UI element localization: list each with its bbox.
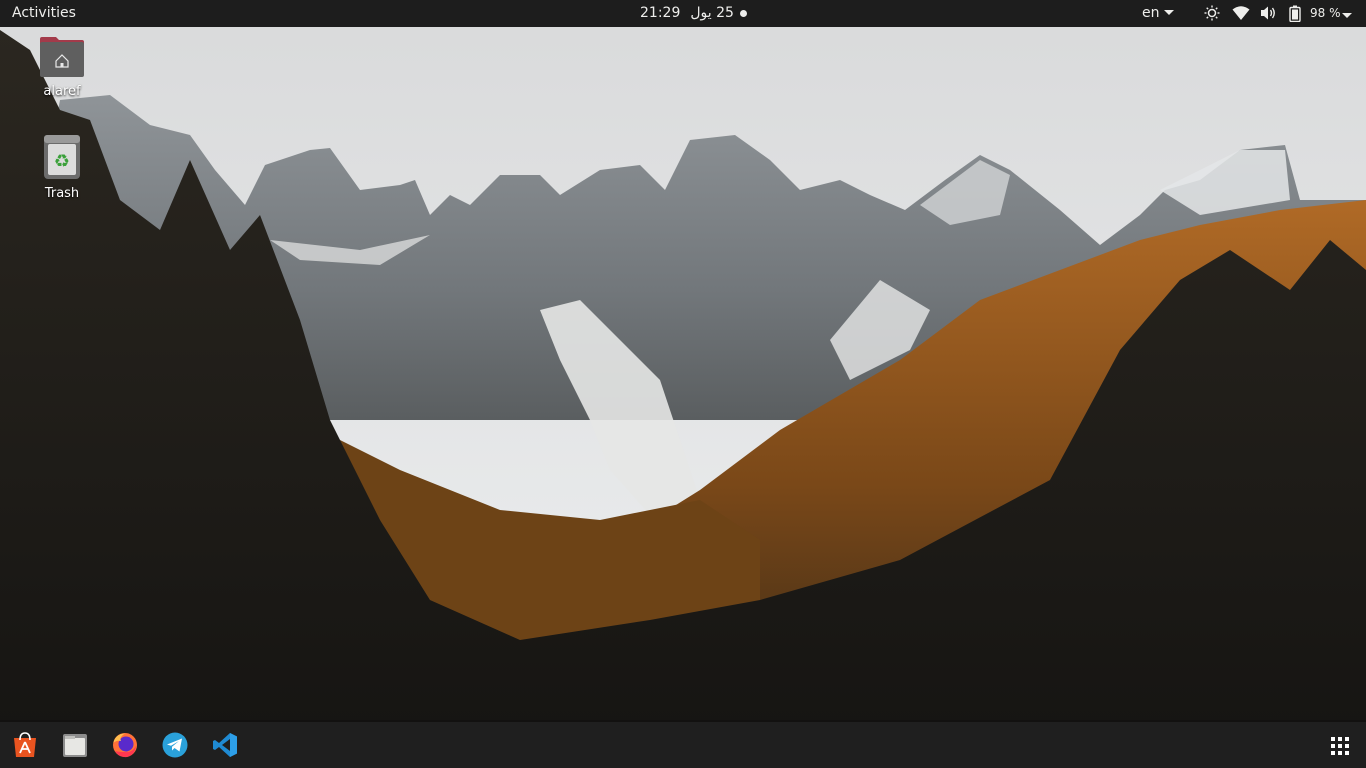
telegram-icon	[162, 732, 188, 758]
desktop-home-folder[interactable]: alaref	[27, 36, 97, 99]
volume-icon	[1261, 6, 1275, 20]
trash-icon: ♻	[44, 135, 80, 179]
wifi-icon	[1232, 6, 1250, 20]
caret-down-icon	[1163, 9, 1174, 15]
desktop-screen: Activities 21:29 25 يول en 98 % alaref ♻…	[0, 0, 1366, 768]
caret-down-icon	[1342, 13, 1352, 18]
activities-button[interactable]: Activities	[12, 0, 76, 27]
vscode-icon	[213, 733, 237, 757]
dock-vscode[interactable]	[211, 731, 239, 759]
battery-percentage: 98 %	[1310, 6, 1341, 20]
night-light-icon	[1204, 5, 1220, 21]
svg-text:♻: ♻	[54, 151, 70, 172]
dock-telegram[interactable]	[161, 731, 189, 759]
desktop-icon-label: alaref	[43, 84, 81, 99]
clock-date: 25 يول	[690, 5, 734, 21]
clock-time: 21:29	[640, 5, 681, 21]
apps-grid-icon[interactable]	[1330, 736, 1350, 756]
dock-firefox[interactable]	[111, 731, 139, 759]
files-icon	[63, 734, 87, 757]
language-label: en	[1142, 5, 1160, 21]
dock-files[interactable]	[61, 731, 89, 759]
wallpaper	[0, 0, 1366, 768]
battery-icon	[1289, 5, 1301, 22]
notification-dot-icon	[740, 10, 747, 17]
home-folder-icon	[40, 37, 84, 77]
software-center-icon	[14, 732, 36, 757]
top-panel: Activities 21:29 25 يول en 98 %	[0, 0, 1366, 27]
dock	[0, 722, 1366, 768]
desktop-icon-label: Trash	[44, 186, 80, 201]
firefox-icon	[113, 733, 137, 758]
desktop-trash[interactable]: ♻ Trash	[27, 134, 97, 201]
language-selector[interactable]: en	[1142, 0, 1174, 27]
clock-button[interactable]: 21:29 25 يول	[640, 0, 734, 27]
dock-software-center[interactable]	[11, 731, 39, 759]
